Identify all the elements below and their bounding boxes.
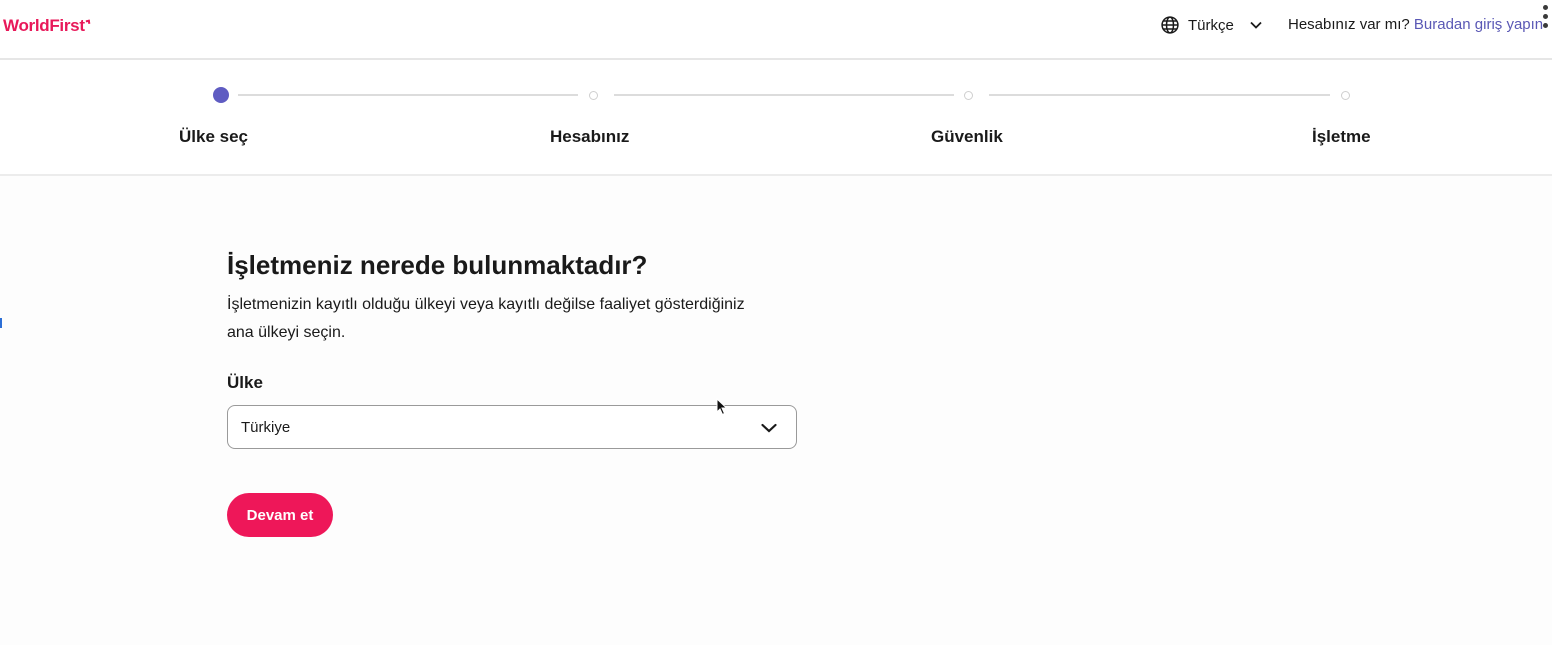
logo-text: WorldFirst <box>3 16 85 35</box>
globe-icon <box>1161 16 1179 34</box>
page-title: İşletmeniz nerede bulunmaktadır? <box>227 250 648 280</box>
edge-marker <box>0 318 2 328</box>
step-label-account: Hesabınız <box>550 127 630 146</box>
top-bar: WorldFirst Türkçe Hesabınız var mı? Bura… <box>0 0 1552 60</box>
language-label: Türkçe <box>1188 16 1234 34</box>
kebab-dot <box>1542 23 1548 28</box>
kebab-dot <box>1542 5 1548 10</box>
continue-button[interactable]: Devam et <box>227 493 333 537</box>
step-connector <box>614 94 954 96</box>
worldfirst-logo[interactable]: WorldFirst <box>3 16 91 36</box>
step-3-dot <box>964 91 973 100</box>
step-connector <box>238 94 578 96</box>
step-connector <box>989 94 1330 96</box>
country-select-value: Türkiye <box>241 419 291 436</box>
language-selector[interactable]: Türkçe <box>1160 14 1264 36</box>
login-link[interactable]: Buradan giriş yapın <box>1414 16 1543 33</box>
logo-tick-icon <box>85 19 91 25</box>
chevron-down-icon <box>761 423 777 433</box>
step-1-dot-active <box>213 87 229 103</box>
kebab-menu-icon[interactable] <box>1540 5 1550 35</box>
page-description: İşletmenizin kayıtlı olduğu ülkeyi veya … <box>227 296 745 341</box>
country-select[interactable]: Türkiye <box>227 405 797 449</box>
chevron-down-icon <box>1250 21 1262 29</box>
login-prompt: Hesabınız var mı? <box>1288 16 1410 33</box>
progress-stepper: Ülke seç Hesabınız Güvenlik İşletme <box>0 60 1552 176</box>
step-label-security: Güvenlik <box>931 127 1003 146</box>
kebab-dot <box>1542 14 1548 19</box>
step-4-dot <box>1341 91 1350 100</box>
mouse-cursor-icon <box>716 398 728 416</box>
login-area: Hesabınız var mı? Buradan giriş yapın <box>1288 16 1543 33</box>
step-label-country: Ülke seç <box>179 127 248 146</box>
country-field-label: Ülke <box>227 373 263 392</box>
step-label-business: İşletme <box>1312 127 1371 146</box>
step-2-dot <box>589 91 598 100</box>
